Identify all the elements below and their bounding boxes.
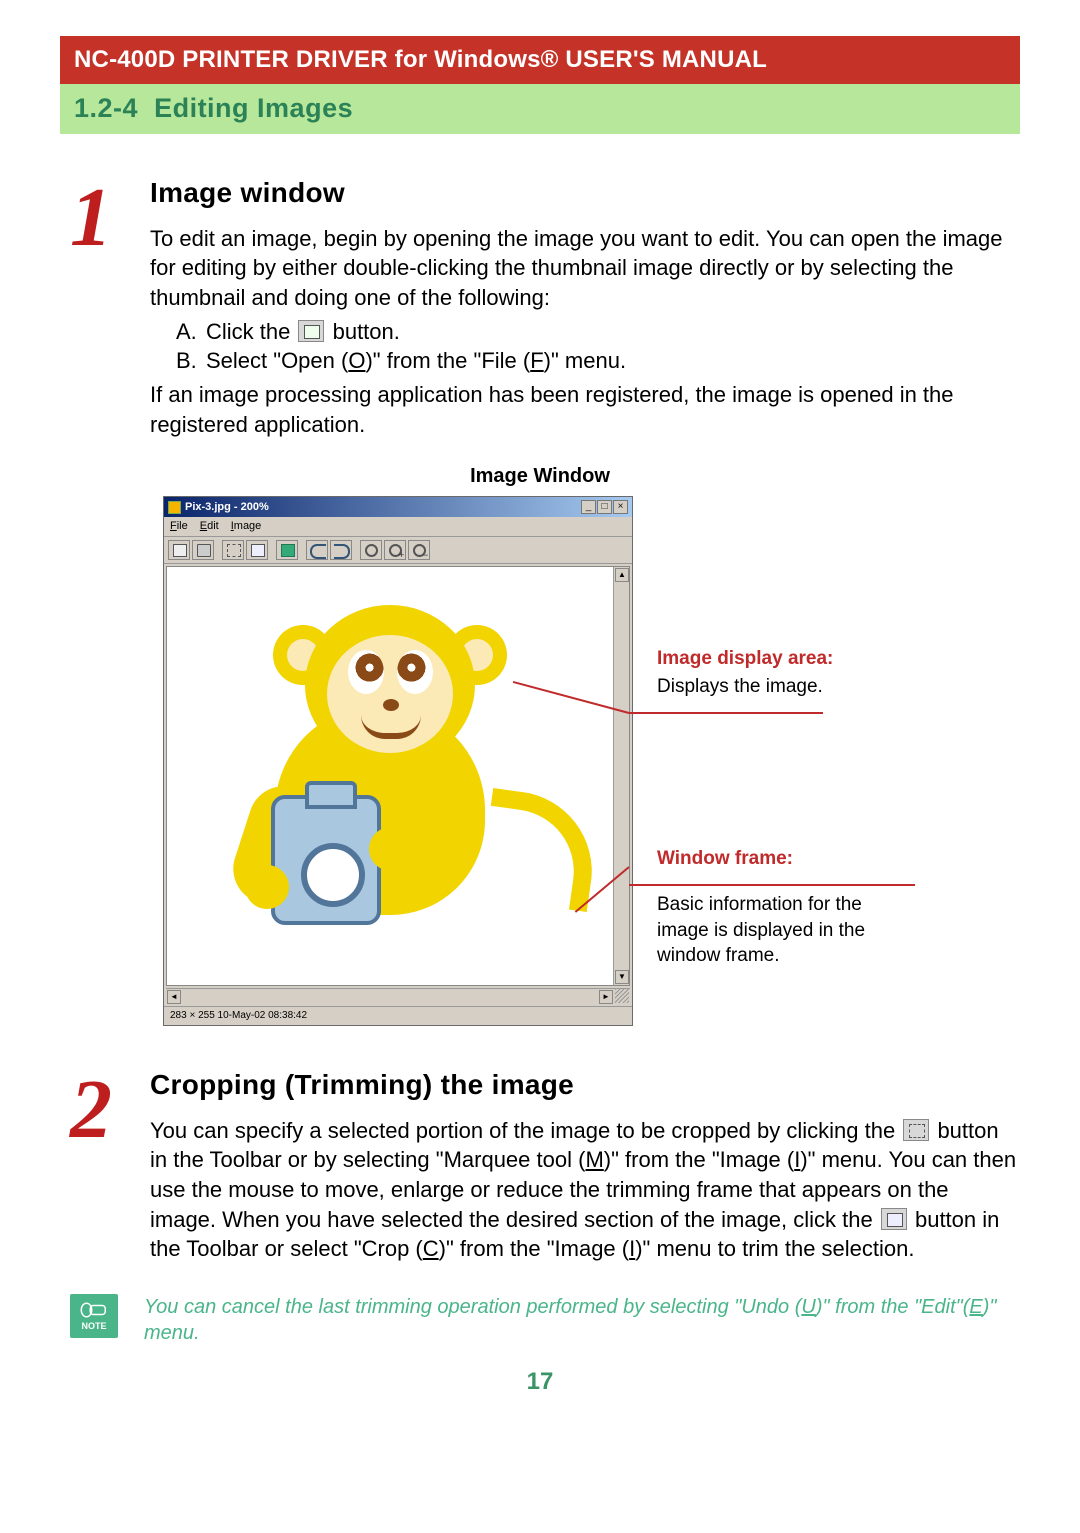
figure-callouts: Image display area: Displays the image. … [657, 496, 917, 1025]
close-button[interactable]: × [613, 500, 628, 514]
step1-after: If an image processing application has b… [150, 380, 1020, 439]
section-title: Editing Images [154, 93, 353, 123]
toolbar-zoom-out-icon[interactable] [408, 540, 430, 560]
scroll-left-icon[interactable]: ◄ [167, 990, 181, 1004]
step1-title: Image window [150, 174, 1020, 212]
figure-caption: Image Window [60, 463, 1020, 490]
toolbar-zoom-in-icon[interactable] [384, 540, 406, 560]
image-window-figure: Image Window Pix-3.jpg - 200% _ □ × File… [60, 463, 1020, 1025]
callout-line-icon [629, 884, 915, 886]
menu-image[interactable]: Image [231, 519, 262, 534]
option-b-marker: B. [176, 346, 206, 376]
step-2: 2 Cropping (Trimming) the image You can … [70, 1066, 1020, 1264]
crop-icon [881, 1208, 907, 1230]
toolbar-print-icon[interactable] [192, 540, 214, 560]
step-number-1: 1 [70, 184, 150, 251]
toolbar-marquee-icon[interactable] [222, 540, 244, 560]
section-number: 1.2-4 [74, 93, 138, 123]
callout-1-title: Image display area: [657, 646, 833, 672]
status-bar: 283 × 255 10-May-02 08:38:42 [164, 1006, 632, 1025]
toolbar-open-icon[interactable] [168, 540, 190, 560]
toolbar-rotate-left-icon[interactable] [306, 540, 328, 560]
scroll-right-icon[interactable]: ► [599, 990, 613, 1004]
note-text: You can cancel the last trimming operati… [144, 1294, 1020, 1346]
minimize-button[interactable]: _ [581, 500, 596, 514]
note-icon: NOTE [70, 1294, 118, 1338]
section-heading: 1.2-4 Editing Images [60, 84, 1020, 133]
toolbar-crop-icon[interactable] [246, 540, 268, 560]
option-a-marker: A. [176, 317, 206, 347]
callout-2-body: Basic information for the image is displ… [657, 892, 917, 969]
callout-line-icon [629, 712, 823, 714]
app-window: Pix-3.jpg - 200% _ □ × File Edit Image [163, 496, 633, 1025]
toolbar [164, 537, 632, 564]
size-grip-icon[interactable] [615, 989, 629, 1003]
titlebar: Pix-3.jpg - 200% _ □ × [164, 497, 632, 517]
app-icon [168, 501, 181, 514]
option-b-text: Select "Open (O)" from the "File (F)" me… [206, 346, 626, 376]
step2-title: Cropping (Trimming) the image [150, 1066, 1020, 1104]
open-icon [298, 320, 324, 342]
toolbar-save-icon[interactable] [276, 540, 298, 560]
horizontal-scrollbar[interactable]: ◄ ► [166, 988, 630, 1004]
note-block: NOTE You can cancel the last trimming op… [70, 1294, 1020, 1346]
step2-body: You can specify a selected portion of th… [150, 1116, 1020, 1264]
step1-intro: To edit an image, begin by opening the i… [150, 224, 1020, 313]
monkey-image [185, 595, 585, 955]
manual-header: NC-400D PRINTER DRIVER for Windows® USER… [60, 36, 1020, 84]
marquee-icon [903, 1119, 929, 1141]
note-label: NOTE [81, 1320, 106, 1332]
menu-bar: File Edit Image [164, 517, 632, 537]
scroll-up-icon[interactable]: ▲ [615, 568, 629, 582]
menu-edit[interactable]: Edit [200, 519, 219, 534]
maximize-button[interactable]: □ [597, 500, 612, 514]
menu-file[interactable]: File [170, 519, 188, 534]
toolbar-rotate-right-icon[interactable] [330, 540, 352, 560]
callout-1-body: Displays the image. [657, 674, 833, 700]
window-title: Pix-3.jpg - 200% [185, 500, 581, 515]
step-1: 1 Image window To edit an image, begin b… [70, 174, 1020, 440]
toolbar-zoom-icon[interactable] [360, 540, 382, 560]
vertical-scrollbar[interactable]: ▲ ▼ [613, 567, 629, 985]
image-display-area[interactable]: ▲ ▼ [166, 566, 630, 986]
page-number: 17 [60, 1366, 1020, 1398]
step-number-2: 2 [70, 1076, 150, 1143]
option-a-text: Click the button. [206, 317, 400, 347]
callout-2-title: Window frame: [657, 846, 917, 872]
scroll-down-icon[interactable]: ▼ [615, 970, 629, 984]
